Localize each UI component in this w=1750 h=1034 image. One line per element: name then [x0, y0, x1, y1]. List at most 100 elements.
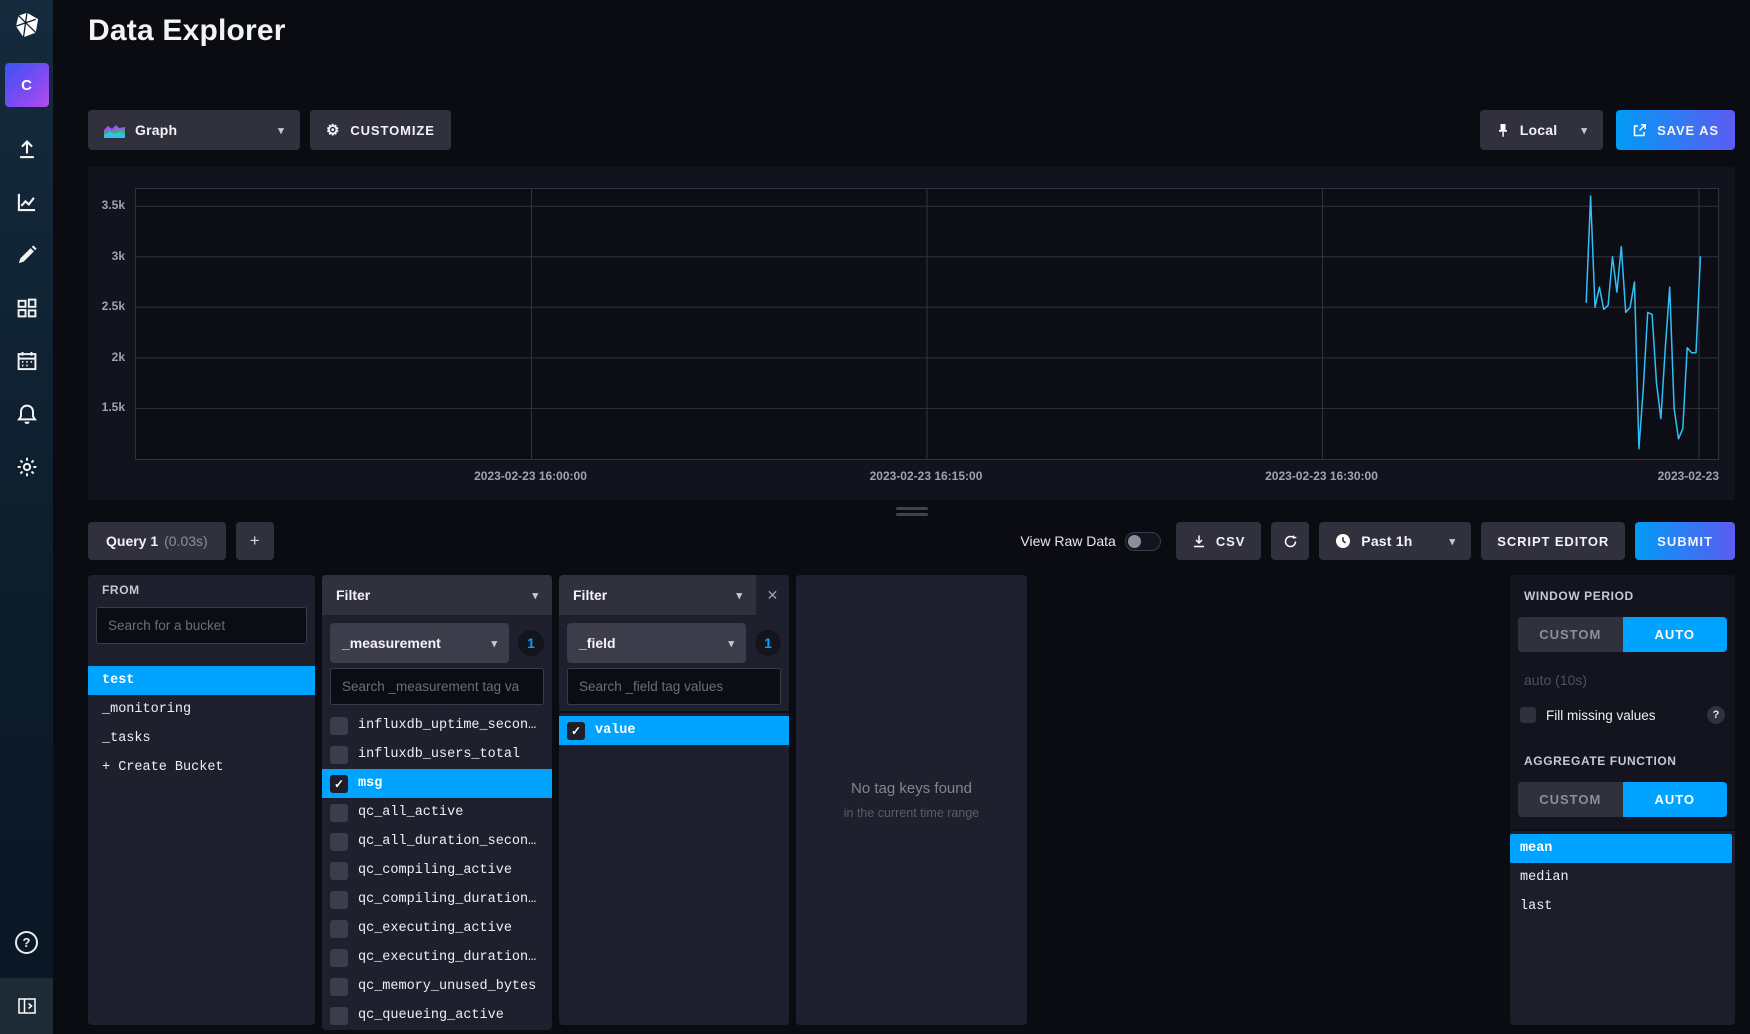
checkbox[interactable]: ✓	[330, 833, 348, 851]
x-axis-tick-label: 2023-02-23	[1658, 469, 1719, 483]
measurement-list-item[interactable]: ✓ qc_queueing_active	[322, 1001, 552, 1030]
bucket-list-item[interactable]: _tasks	[88, 724, 315, 753]
save-as-button[interactable]: SAVE AS	[1616, 110, 1735, 150]
checkbox[interactable]: ✓	[330, 978, 348, 996]
toolbar-right: Local ▾ SAVE AS	[1480, 110, 1735, 150]
aggregate-function-item[interactable]: median	[1510, 863, 1735, 892]
submit-button[interactable]: SUBMIT	[1635, 522, 1735, 560]
question-mark-icon[interactable]: ?	[1707, 706, 1725, 724]
measurement-list-item[interactable]: ✓ qc_compiling_duration…	[322, 885, 552, 914]
view-type-dropdown[interactable]: Graph ▾	[88, 110, 300, 150]
measurement-filter-panel: Filter ▾ _measurement ▾ 1	[322, 575, 552, 1025]
csv-label: CSV	[1216, 534, 1245, 549]
csv-download-button[interactable]: CSV	[1176, 522, 1261, 560]
nav-dashboards[interactable]	[15, 296, 39, 320]
window-auto-button[interactable]: AUTO	[1623, 617, 1728, 652]
nav-notebooks[interactable]	[15, 243, 39, 267]
view-raw-data-label: View Raw Data	[1020, 533, 1115, 549]
nav-tasks[interactable]	[15, 349, 39, 373]
filter-type-dropdown[interactable]: Filter ▾	[322, 575, 552, 615]
help-icon: ?	[23, 935, 31, 950]
filter-body: _field ▾ 1	[559, 615, 789, 705]
options-panel: WINDOW PERIOD CUSTOM AUTO auto (10s) Fil…	[1510, 575, 1735, 1025]
measurement-search-input[interactable]	[330, 668, 544, 705]
checkbox[interactable]: ✓	[330, 949, 348, 967]
nav-load-data[interactable]	[15, 137, 39, 161]
measurement-list-item[interactable]: ✓ qc_memory_unused_bytes	[322, 972, 552, 1001]
filter-title: Filter	[336, 587, 370, 603]
influxdb-logo-icon[interactable]	[13, 11, 41, 39]
checkbox[interactable]: ✓	[330, 746, 348, 764]
page-title: Data Explorer	[88, 14, 1735, 48]
y-axis-tick-label: 3.5k	[102, 198, 125, 212]
bucket-list: test _monitoring _tasks + Create Bucket	[88, 666, 315, 782]
customize-button[interactable]: ⚙ CUSTOMIZE	[310, 110, 451, 150]
resize-drag-handle[interactable]	[88, 500, 1735, 522]
x-axis-tick-label: 2023-02-23 16:15:00	[870, 469, 983, 483]
chart-plot-area[interactable]	[135, 188, 1719, 460]
drag-bar	[896, 513, 928, 516]
org-avatar[interactable]: C	[5, 63, 49, 107]
aggregate-custom-button[interactable]: CUSTOM	[1518, 782, 1623, 817]
measurement-list-item[interactable]: ✓ qc_compiling_active	[322, 856, 552, 885]
measurement-list-item[interactable]: ✓ influxdb_users_total	[322, 740, 552, 769]
checkbox[interactable]: ✓	[330, 717, 348, 735]
filter-body: _measurement ▾ 1	[322, 615, 552, 705]
refresh-button[interactable]	[1271, 522, 1309, 560]
field-list: ✓ value	[559, 711, 789, 1025]
aggregate-function-item[interactable]: mean	[1510, 834, 1732, 863]
filter-type-dropdown[interactable]: Filter ▾	[559, 575, 756, 615]
remove-filter-button[interactable]: ✕	[756, 575, 789, 615]
from-panel-title: FROM	[102, 583, 301, 597]
measurement-list-item[interactable]: ✓ qc_executing_active	[322, 914, 552, 943]
chevron-down-icon: ▾	[532, 589, 538, 602]
checkbox[interactable]: ✓	[330, 1007, 348, 1025]
window-period-value: auto (10s)	[1524, 672, 1721, 688]
aggregate-segmented: CUSTOM AUTO	[1518, 782, 1727, 817]
sidebar-expand-button[interactable]	[0, 978, 53, 1034]
help-button[interactable]: ?	[15, 931, 38, 954]
aggregate-function-item[interactable]: last	[1510, 892, 1735, 921]
chevron-down-icon: ▾	[1450, 535, 1456, 548]
window-custom-button[interactable]: CUSTOM	[1518, 617, 1623, 652]
bucket-list-item[interactable]: + Create Bucket	[88, 753, 315, 782]
time-range-label: Past 1h	[1361, 533, 1412, 549]
nav-data-explorer[interactable]	[15, 190, 39, 214]
area-graph-icon	[104, 123, 125, 138]
field-list-item[interactable]: ✓ value	[559, 716, 789, 745]
timezone-dropdown[interactable]: Local ▾	[1480, 110, 1603, 150]
checkbox[interactable]: ✓	[567, 722, 585, 740]
no-tag-keys-message: No tag keys found	[851, 780, 972, 797]
measurement-list-item[interactable]: ✓ qc_all_active	[322, 798, 552, 827]
aggregate-auto-button[interactable]: AUTO	[1623, 782, 1728, 817]
tag-key-dropdown[interactable]: _measurement ▾	[330, 623, 509, 663]
measurement-list-item[interactable]: ✓ qc_all_duration_secon…	[322, 827, 552, 856]
checkbox[interactable]: ✓	[330, 862, 348, 880]
field-search-input[interactable]	[567, 668, 781, 705]
chevron-down-icon: ▾	[736, 589, 742, 602]
bucket-list-item[interactable]: _monitoring	[88, 695, 315, 724]
view-raw-data-toggle[interactable]	[1125, 532, 1161, 551]
checkbox[interactable]: ✓	[330, 775, 348, 793]
expand-sidebar-icon	[16, 995, 38, 1017]
checkbox[interactable]: ✓	[330, 804, 348, 822]
bucket-list-item[interactable]: test	[88, 666, 315, 695]
nav-alerts[interactable]	[15, 402, 39, 426]
script-editor-button[interactable]: SCRIPT EDITOR	[1481, 522, 1625, 560]
nav-settings[interactable]	[15, 455, 39, 479]
gear-icon	[15, 455, 39, 479]
query-tab-1[interactable]: Query 1 (0.03s)	[88, 522, 226, 560]
fill-missing-checkbox[interactable]	[1520, 707, 1536, 723]
measurement-list-item[interactable]: ✓ qc_executing_duration…	[322, 943, 552, 972]
checkbox[interactable]: ✓	[330, 891, 348, 909]
bucket-search-input[interactable]	[96, 607, 307, 644]
field-filter-panel: Filter ▾ ✕ _field ▾ 1	[559, 575, 789, 1025]
tag-key-dropdown[interactable]: _field ▾	[567, 623, 746, 663]
checkbox[interactable]: ✓	[330, 920, 348, 938]
y-axis-tick-label: 2.5k	[102, 299, 125, 313]
measurement-list-item[interactable]: ✓ msg	[322, 769, 552, 798]
add-query-button[interactable]: +	[236, 522, 274, 560]
time-range-dropdown[interactable]: Past 1h ▾	[1319, 522, 1471, 560]
measurement-list-item[interactable]: ✓ influxdb_uptime_secon…	[322, 711, 552, 740]
chart-area: 1.5k2k2.5k3k3.5k2023-02-23 16:00:002023-…	[135, 188, 1719, 460]
